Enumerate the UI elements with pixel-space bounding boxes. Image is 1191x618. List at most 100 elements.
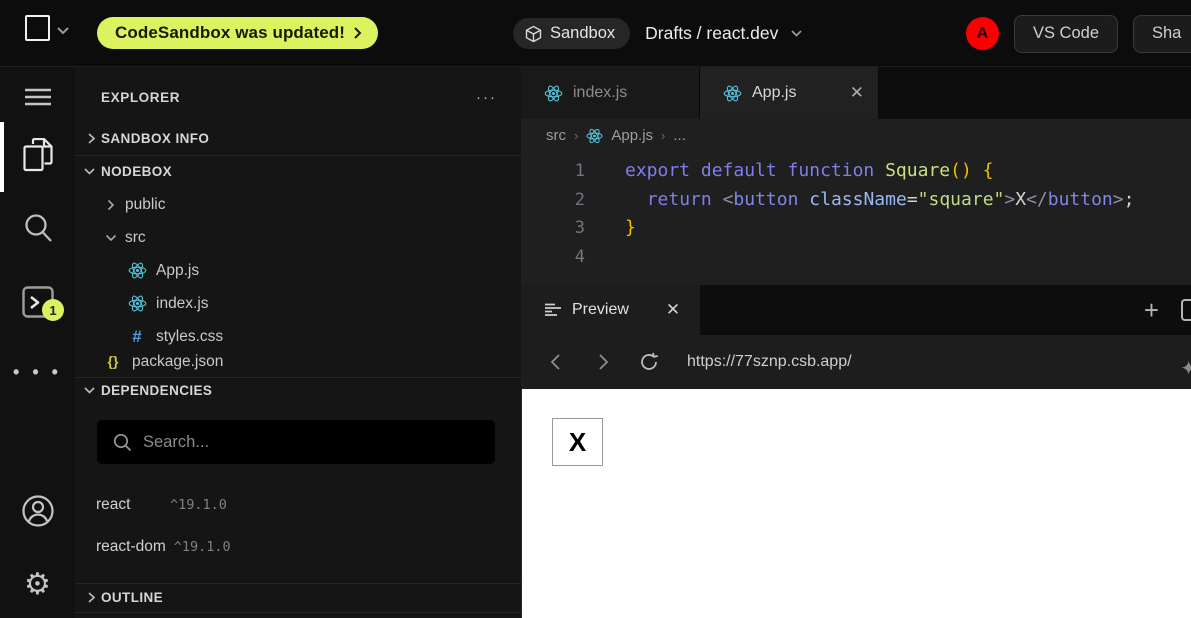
close-icon[interactable]: ✕ [850,83,864,103]
dependency-row-react[interactable]: react ^19.1.0 [75,488,521,522]
preview-viewport: X [521,389,1191,618]
chevron-right-icon [83,132,99,145]
react-icon [544,85,563,102]
dependency-row-react-dom[interactable]: react-dom ^19.1.0 [75,530,521,564]
section-sandbox-info[interactable]: SANDBOX INFO [75,122,521,155]
tab-label: App.js [752,84,796,102]
chevron-right-icon [353,26,362,40]
preview-url-bar: https://77sznp.csb.app/ ✦ [521,335,1191,389]
chevron-down-icon [81,167,97,176]
react-icon [586,128,603,144]
line-number: 1 [521,157,585,186]
preview-square-button[interactable]: X [552,418,603,466]
avatar[interactable]: A [966,17,999,50]
refresh-button[interactable] [639,352,659,372]
tree-item-package-json[interactable]: {} package.json [75,353,521,377]
chevron-right-icon: › [661,128,665,143]
codesandbox-window: CodeSandbox was updated! Sandbox Drafts … [0,0,1191,618]
tree-item-public[interactable]: public [75,188,521,221]
terminal-view-button[interactable] [0,279,75,325]
tree-item-label: index.js [156,295,209,313]
codesandbox-logo[interactable] [25,15,50,41]
preview-tab[interactable]: Preview ✕ [521,285,700,335]
tree-item-styles-css[interactable]: #styles.css [75,320,521,353]
sandbox-badge-label: Sandbox [550,24,615,43]
sparkle-icon[interactable]: ✦ [1180,356,1191,381]
chevron-right-icon: › [574,128,578,143]
breadcrumb[interactable]: src › App.js › ... [521,119,1191,152]
close-icon[interactable]: ✕ [666,300,680,320]
explorer-view-button[interactable] [0,132,75,178]
more-views-button[interactable]: • • • [0,349,75,395]
chevron-down-icon [81,386,97,395]
editor-panel: index.js App.js ✕ src › App.js › ... 1expo… [521,67,1191,618]
dependency-name: react [96,496,162,514]
tree-item-label: package.json [132,353,223,371]
tree-item-src[interactable]: src [75,221,521,254]
update-banner-label: CodeSandbox was updated! [115,23,345,43]
code-line-1: 1export default function Square() { [521,157,1191,186]
gear-icon: ⚙ [24,567,51,602]
tree-item-label: App.js [156,262,199,280]
react-icon [723,85,742,102]
code-line-2: 2 return <button className="square">X</b… [521,186,1191,215]
dependency-version: ^19.1.0 [174,539,231,555]
refresh-icon [639,352,659,372]
editor-tab-App-js[interactable]: App.js ✕ [700,67,879,119]
dependency-search-input[interactable]: Search... [97,420,495,464]
code-editor[interactable]: 1export default function Square() {2 ret… [521,152,1191,300]
line-number: 4 [521,243,585,272]
dependency-version: ^19.1.0 [170,497,227,513]
chevron-right-icon [103,199,119,211]
search-view-button[interactable] [0,205,75,251]
css-icon: # [132,327,141,347]
open-in-new-window-icon[interactable] [1181,299,1191,321]
section-dependencies[interactable]: DEPENDENCIES [75,377,521,404]
editor-tab-strip: index.js App.js ✕ [521,67,1191,119]
search-icon [113,433,132,452]
chevron-down-icon[interactable] [56,26,70,35]
json-icon: {} [108,353,119,369]
cube-icon [525,25,542,43]
tree-item-index-js[interactable]: index.js [75,287,521,320]
add-preview-button[interactable]: + [1144,297,1159,323]
sandbox-badge[interactable]: Sandbox [513,18,630,49]
menu-button[interactable] [0,74,75,120]
chevron-right-icon [83,591,99,604]
search-placeholder: Search... [143,433,209,452]
vs-code-button[interactable]: VS Code [1014,15,1118,53]
section-outline[interactable]: OUTLINE [75,583,521,612]
line-number: 3 [521,214,585,243]
update-banner[interactable]: CodeSandbox was updated! [97,17,378,49]
share-button[interactable]: Sha [1133,15,1191,53]
dependency-name: react-dom [96,538,166,556]
explorer-more-button[interactable]: ··· [476,89,497,106]
chevron-right-icon [598,353,609,371]
files-icon [23,138,53,172]
explorer-sidebar: EXPLORER ··· SANDBOX INFO NODEBOX public… [75,67,521,618]
hamburger-icon [25,88,51,106]
line-number: 2 [521,186,585,215]
react-icon [128,262,147,279]
forward-button[interactable] [593,353,613,371]
editor-tab-index-js[interactable]: index.js [521,67,700,119]
section-nodebox[interactable]: NODEBOX [75,155,521,188]
explorer-title: EXPLORER [101,90,476,105]
chevron-left-icon [550,353,561,371]
settings-button[interactable]: ⚙ [0,561,75,607]
top-bar: CodeSandbox was updated! Sandbox Drafts … [0,0,1191,67]
back-button[interactable] [545,353,565,371]
tab-label: index.js [573,84,627,102]
workspace-breadcrumb[interactable]: Drafts / react.dev [645,23,803,44]
activity-bar: 1 • • • ⚙ [0,67,75,618]
react-icon [128,295,147,312]
preview-tab-strip: Preview ✕ + [521,285,1191,335]
search-icon [23,213,53,243]
chevron-down-icon [790,29,803,38]
account-icon [21,494,55,528]
preview-url[interactable]: https://77sznp.csb.app/ [687,353,852,371]
preview-console-icon [545,303,561,317]
tree-item-label: public [125,196,166,214]
account-button[interactable] [0,488,75,534]
tree-item-App-js[interactable]: App.js [75,254,521,287]
